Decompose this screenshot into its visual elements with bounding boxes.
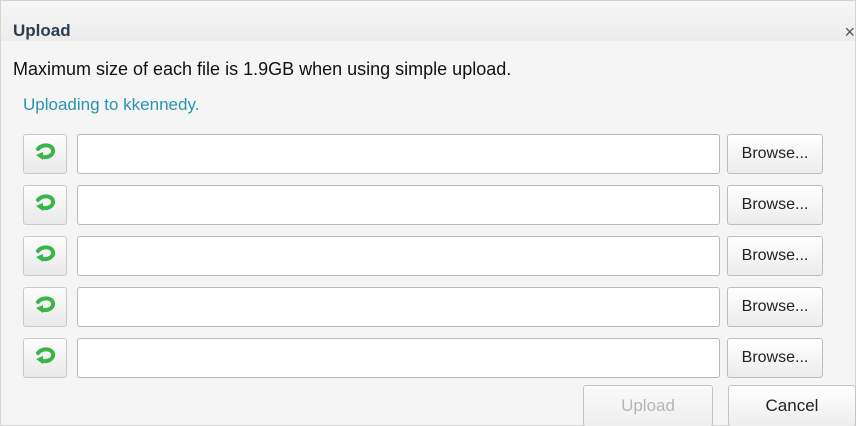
- browse-button[interactable]: Browse...: [727, 338, 823, 378]
- browse-button[interactable]: Browse...: [727, 236, 823, 276]
- close-icon[interactable]: ×: [844, 23, 855, 41]
- file-path-input[interactable]: [77, 236, 720, 276]
- green-arrow-button[interactable]: [23, 134, 67, 174]
- green-arrow-button[interactable]: [23, 287, 67, 327]
- file-path-input[interactable]: [77, 134, 720, 174]
- green-arrow-button[interactable]: [23, 185, 67, 225]
- browse-button[interactable]: Browse...: [727, 287, 823, 327]
- upload-button[interactable]: Upload: [583, 385, 713, 426]
- file-path-input[interactable]: [77, 287, 720, 327]
- green-arrow-icon: [36, 143, 56, 160]
- file-path-input[interactable]: [77, 338, 720, 378]
- green-arrow-button[interactable]: [23, 236, 67, 276]
- dialog-titlebar: Upload ×: [1, 1, 855, 41]
- green-arrow-icon: [36, 347, 56, 364]
- green-arrow-icon: [36, 245, 56, 262]
- cancel-button[interactable]: Cancel: [728, 385, 856, 426]
- green-arrow-icon: [36, 194, 56, 211]
- max-size-message: Maximum size of each file is 1.9GB when …: [13, 59, 512, 79]
- green-arrow-button[interactable]: [23, 338, 67, 378]
- browse-button[interactable]: Browse...: [727, 134, 823, 174]
- browse-button[interactable]: Browse...: [727, 185, 823, 225]
- file-path-input[interactable]: [77, 185, 720, 225]
- dialog-title: Upload: [13, 21, 71, 40]
- green-arrow-icon: [36, 296, 56, 313]
- upload-dialog: Upload × Maximum size of each file is 1.…: [0, 0, 856, 426]
- upload-destination-text: Uploading to kkennedy.: [23, 95, 200, 114]
